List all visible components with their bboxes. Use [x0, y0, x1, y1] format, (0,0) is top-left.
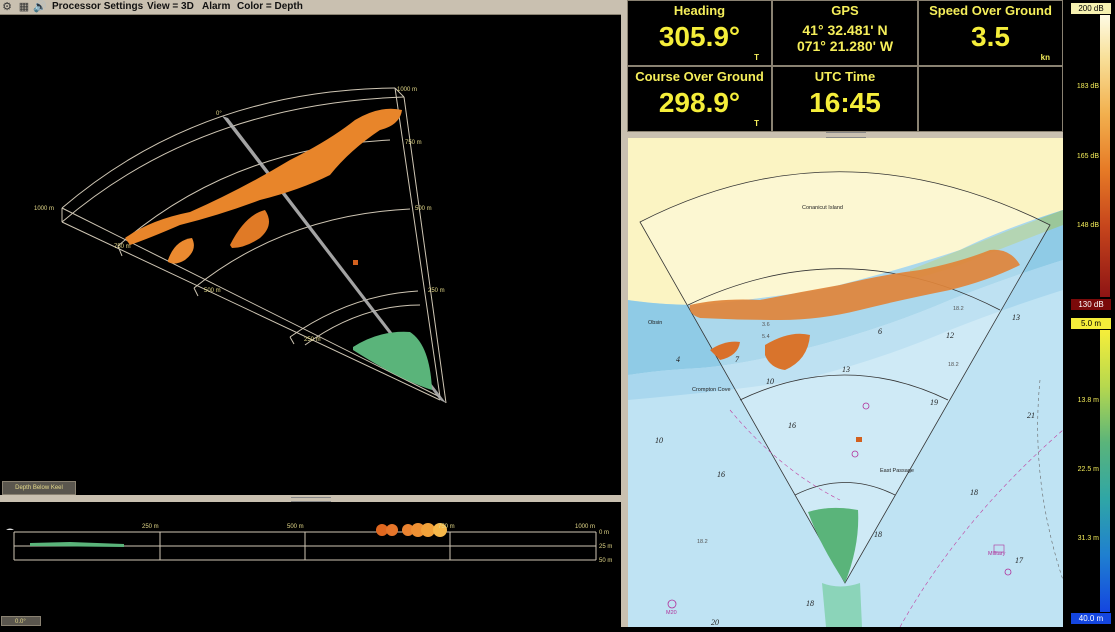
sonar-3d-view[interactable]: 1000 m 750 m 500 m 250 m 1000 m 750 m 50… — [0, 15, 621, 495]
sog-cell: Speed Over Ground 3.5 kn — [918, 0, 1063, 66]
db-tick: 183 dB — [1076, 83, 1099, 90]
profile-scene: 250 m 500 m 750 m 1000 m 0 m 25 m 50 m — [6, 523, 612, 564]
range-label-1000-left: 1000 m — [34, 206, 54, 212]
heading-label: Heading — [673, 3, 726, 18]
label-east-passage: East Passage — [880, 468, 914, 474]
heading-readout: 0.0° — [1, 616, 41, 626]
sonar-3d-scene: 1000 m 750 m 500 m 250 m 1000 m 750 m 50… — [34, 87, 447, 404]
profile-depth-25: 25 m — [599, 544, 612, 550]
gps-latitude: 41° 32.481' N — [802, 22, 888, 38]
depth-tick: 31.3 m — [1077, 535, 1099, 542]
sog-unit: kn — [1040, 53, 1050, 62]
depth-tick: 22.5 m — [1077, 466, 1099, 473]
sounding: 18 — [806, 599, 814, 608]
utc-cell: UTC Time 16:45 — [772, 66, 918, 132]
menu-alarm[interactable]: Alarm — [202, 0, 230, 14]
bearing-label: 0° — [216, 111, 222, 117]
sounding: 18.2 — [948, 362, 959, 368]
db-tick: 165 dB — [1076, 153, 1099, 160]
depth-scale-top: 5.0 m — [1071, 318, 1111, 329]
sounding: 17 — [1015, 556, 1024, 565]
sounding: 18.2 — [953, 306, 964, 312]
panel-divider[interactable] — [0, 495, 621, 502]
sounding: 13 — [842, 365, 850, 374]
instrument-panel: Heading 305.9° T GPS 41° 32.481' N 071° … — [627, 0, 1063, 132]
utc-value: 16:45 — [809, 87, 881, 118]
sounding: 3.6 — [762, 322, 770, 328]
gear-icon[interactable]: ⚙ — [1, 1, 13, 13]
heading-cell: Heading 305.9° T — [627, 0, 772, 66]
sounding: 10 — [655, 436, 663, 445]
sounding: 18 — [970, 488, 978, 497]
utc-label: UTC Time — [814, 69, 876, 84]
chart-scene: Conanicut Island Crompton Cove East Pass… — [628, 138, 1063, 627]
menu-processor-settings[interactable]: Processor Settings — [52, 0, 143, 14]
marker-m20: M20 — [666, 610, 677, 616]
profile-range-250: 250 m — [142, 524, 159, 530]
depth-tick: 13.8 m — [1077, 397, 1099, 404]
sounding: 21 — [1027, 411, 1035, 420]
sog-label: Speed Over Ground — [929, 3, 1052, 18]
sounding: 12 — [946, 331, 954, 340]
range-label-1000-right: 1000 m — [397, 87, 417, 93]
depth-scale-bottom: 40.0 m — [1071, 613, 1111, 624]
range-label-750-left: 750 m — [114, 244, 131, 250]
sounding: 19 — [930, 398, 938, 407]
heading-unit: T — [754, 53, 759, 62]
sounding: 16 — [717, 470, 725, 479]
menu-view[interactable]: View = 3D — [147, 0, 194, 14]
db-tick: 148 dB — [1076, 222, 1099, 229]
cog-label: Course Over Ground — [635, 69, 764, 84]
label-obsin: Obsin — [648, 320, 662, 326]
range-label-500-left: 500 m — [204, 288, 221, 294]
depth-below-keel-button[interactable]: Depth Below Keel — [2, 481, 76, 495]
depth-colorbar — [1100, 330, 1110, 612]
range-label-250-left: 250 m — [304, 337, 321, 343]
sounding: 16 — [788, 421, 796, 430]
cog-cell: Course Over Ground 298.9° T — [627, 66, 772, 132]
cog-value: 298.9° — [658, 87, 741, 118]
profile-range-750: 750 m — [438, 524, 455, 530]
db-colorbar — [1100, 15, 1110, 297]
label-conanicut: Conanicut Island — [802, 205, 843, 211]
sounding: 13 — [1012, 313, 1020, 322]
range-label-250-right: 250 m — [428, 288, 445, 294]
profile-range-500: 500 m — [287, 524, 304, 530]
sounding: 4 — [676, 355, 680, 364]
sounding: 18 — [874, 530, 882, 539]
sounding: 10 — [766, 377, 774, 386]
grid-icon[interactable]: ▦ — [18, 1, 30, 13]
sounding: 20 — [711, 618, 719, 627]
sog-value: 3.5 — [971, 21, 1010, 52]
divider-grip[interactable] — [291, 497, 331, 502]
sounding: 6 — [878, 327, 882, 336]
range-label-500-right: 500 m — [415, 206, 432, 212]
heading-value: 305.9° — [658, 21, 741, 52]
label-crompton-cove: Crompton Cove — [692, 387, 731, 393]
gps-longitude: 071° 21.280' W — [796, 38, 894, 54]
speaker-icon[interactable]: 🔊 — [33, 1, 47, 13]
menu-color[interactable]: Color = Depth — [237, 0, 303, 14]
profile-range-1000: 1000 m — [575, 524, 595, 530]
nautical-chart[interactable]: Conanicut Island Crompton Cove East Pass… — [628, 138, 1063, 627]
db-scale-bottom: 130 dB — [1071, 299, 1111, 310]
range-label-750-right: 750 m — [405, 140, 422, 146]
profile-depth-50: 50 m — [599, 558, 612, 564]
toolbar: ⚙ ▦ 🔊 Processor Settings View = 3D Alarm… — [0, 0, 621, 15]
empty-cell — [918, 66, 1063, 132]
sounding: 18.2 — [697, 539, 708, 545]
sounding: 5.4 — [762, 334, 770, 340]
gps-label: GPS — [831, 3, 859, 18]
db-scale-top: 200 dB — [1071, 3, 1111, 14]
gps-cell: GPS 41° 32.481' N 071° 21.280' W — [772, 0, 918, 66]
cog-unit: T — [754, 119, 759, 128]
profile-depth-0: 0 m — [599, 530, 609, 536]
sonar-profile-view[interactable]: 250 m 500 m 750 m 1000 m 0 m 25 m 50 m — [0, 503, 621, 627]
color-scales: 200 dB 183 dB 165 dB 148 dB 130 dB 5.0 m… — [1063, 0, 1115, 627]
